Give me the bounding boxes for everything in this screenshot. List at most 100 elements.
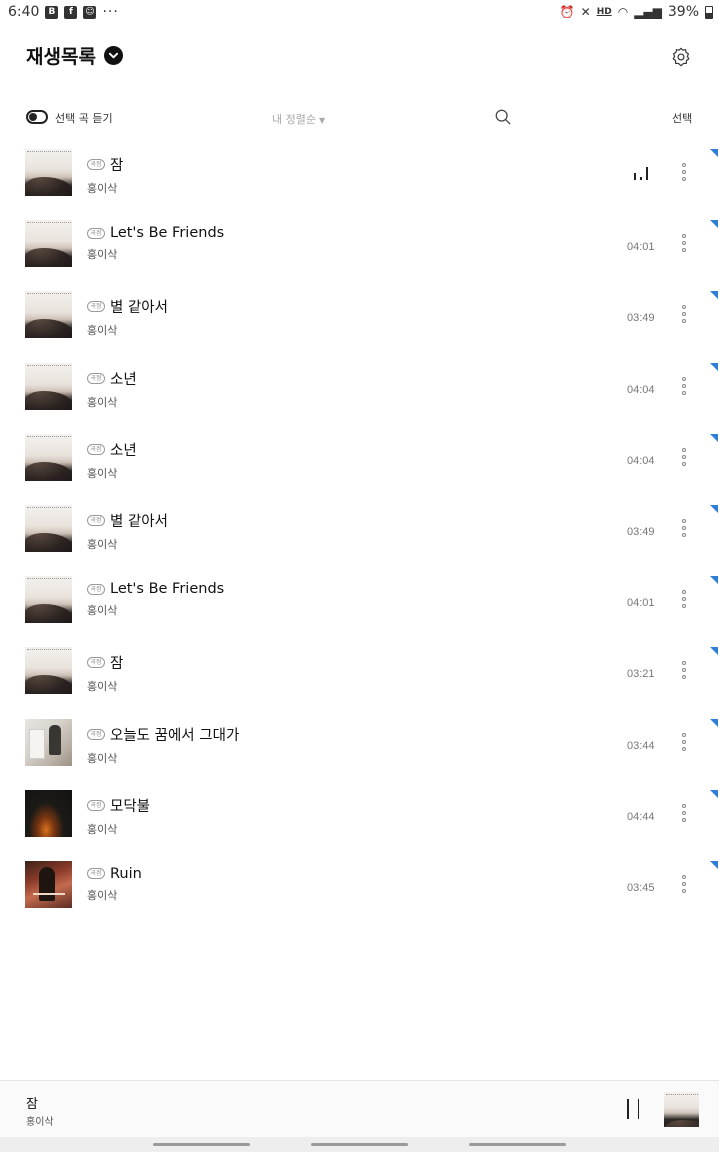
song-duration: 03:45	[627, 881, 655, 894]
corner-marker-icon	[710, 718, 718, 727]
song-meta: 곡정 잠홍이삭	[87, 154, 123, 196]
corner-marker-icon	[710, 789, 718, 798]
back-button[interactable]	[469, 1143, 566, 1146]
status-app-icon: ☺	[83, 5, 97, 19]
explicit-badge: 곡정	[87, 657, 105, 669]
pause-button[interactable]	[627, 1099, 639, 1119]
chevron-down-icon[interactable]	[103, 46, 123, 65]
song-row[interactable]: 곡정 잠홍이삭	[0, 146, 719, 217]
song-meta: 곡정 Let's Be Friends 홍이삭	[87, 225, 224, 262]
song-row[interactable]: 곡정 소년 홍이삭 04:04	[0, 360, 719, 431]
selected-songs-toggle[interactable]	[26, 110, 48, 124]
corner-marker-icon	[710, 149, 718, 157]
more-options-icon[interactable]	[680, 874, 688, 893]
song-title: 소년	[110, 371, 137, 388]
song-row[interactable]: 곡정 오늘도 꿈에서 그대가 홍이삭 03:44	[0, 716, 719, 787]
song-title-line: 곡정 별 같아서	[87, 296, 168, 317]
song-title-line: 곡정 Ruin	[87, 866, 142, 882]
playlist-header[interactable]: 재생목록	[26, 42, 123, 69]
song-row[interactable]: 곡정 잠 홍이삭 03:21	[0, 644, 719, 715]
explicit-badge: 곡정	[87, 728, 105, 740]
toggle-label: 선택 곡 듣기	[55, 112, 113, 125]
song-meta: 곡정 별 같아서 홍이삭	[87, 510, 168, 552]
mini-player-title: 잠	[26, 1097, 38, 1112]
corner-marker-icon	[710, 860, 718, 869]
song-row[interactable]: 곡정 모닥불 홍이삭 04:44	[0, 787, 719, 858]
album-art	[25, 291, 72, 339]
sort-label: 내 정렬순	[272, 113, 316, 126]
more-options-icon[interactable]	[680, 163, 688, 181]
song-duration: 03:49	[627, 525, 655, 538]
status-app-icon: B	[45, 5, 59, 19]
search-icon[interactable]	[494, 108, 512, 126]
song-artist: 홍이삭	[87, 604, 118, 618]
explicit-badge: 곡정	[87, 301, 105, 313]
song-title-line: 곡정 소년	[87, 368, 137, 389]
home-button[interactable]	[311, 1143, 408, 1146]
explicit-badge: 곡정	[87, 514, 105, 526]
more-options-icon[interactable]	[680, 803, 688, 822]
song-meta: 곡정 Let's Be Friends 홍이삭	[87, 581, 224, 618]
album-art	[25, 433, 72, 481]
song-meta: 곡정 오늘도 꿈에서 그대가 홍이삭	[87, 724, 239, 766]
song-row[interactable]: 곡정 별 같아서 홍이삭 03:49	[0, 288, 719, 359]
song-title: 잠	[110, 656, 124, 673]
song-duration: 04:04	[627, 454, 655, 467]
navigation-bar	[0, 1137, 719, 1152]
sort-dropdown[interactable]: 내 정렬순 ▼	[272, 111, 325, 127]
song-row[interactable]: 곡정 소년 홍이삭 04:04	[0, 431, 719, 502]
mini-player-album-art[interactable]	[664, 1092, 699, 1127]
song-title: 별 같아서	[110, 300, 168, 317]
mute-icon: ✕	[580, 5, 591, 19]
mini-player-artist: 홍이삭	[26, 1117, 54, 1128]
song-artist: 홍이삭	[87, 680, 118, 694]
more-options-icon[interactable]	[680, 732, 688, 751]
song-title: Let's Be Friends	[110, 581, 225, 598]
song-row[interactable]: 곡정 Let's Be Friends 홍이삭 04:01	[0, 217, 719, 288]
song-title: 잠	[110, 158, 124, 174]
song-row[interactable]: 곡정 Let's Be Friends 홍이삭 04:01	[0, 573, 719, 644]
song-title: Ruin	[110, 865, 142, 882]
song-meta: 곡정 모닥불 홍이삭	[87, 795, 150, 837]
song-row[interactable]: 곡정 별 같아서 홍이삭 03:49	[0, 502, 719, 573]
playlist-toolbar: 선택 곡 듣기 내 정렬순 ▼ 선택	[0, 106, 719, 130]
corner-marker-icon	[710, 220, 718, 229]
song-title-line: 곡정 Let's Be Friends	[87, 581, 224, 597]
more-options-icon[interactable]	[680, 590, 688, 609]
song-title-line: 곡정 Let's Be Friends	[87, 225, 224, 241]
song-artist: 홍이삭	[87, 537, 118, 551]
more-options-icon[interactable]	[680, 234, 688, 253]
gear-icon[interactable]	[670, 46, 692, 68]
song-artist: 홍이삭	[87, 182, 118, 195]
mini-player[interactable]: 잠 홍이삭	[0, 1080, 719, 1137]
song-duration: 04:01	[627, 597, 655, 610]
more-options-icon[interactable]	[680, 518, 688, 537]
status-more-icon: ···	[102, 4, 119, 20]
battery-percent: 39%	[667, 4, 699, 20]
song-title-line: 곡정 잠	[87, 652, 123, 673]
song-duration: 04:04	[627, 383, 655, 396]
song-artist: 홍이삭	[87, 822, 118, 836]
song-meta: 곡정 소년 홍이삭	[87, 368, 137, 410]
song-artist: 홍이삭	[87, 888, 118, 902]
album-art	[25, 647, 72, 695]
status-bar-right: ⏰ ✕ HD ◠ ▂▄▆ 39%	[560, 4, 713, 20]
more-options-icon[interactable]	[680, 661, 688, 680]
song-duration: 04:01	[627, 241, 655, 254]
select-button[interactable]: 선택	[672, 110, 692, 126]
song-duration: 03:44	[627, 739, 655, 752]
song-list: 곡정 잠 홍이삭 곡정 Let's Be Friends 홍이삭 04:01 곡정 별 같아서 홍…	[0, 146, 719, 929]
status-time: 6:40	[8, 4, 40, 20]
recent-apps-button[interactable]	[153, 1143, 250, 1146]
album-art	[25, 576, 72, 624]
more-options-icon[interactable]	[680, 305, 688, 324]
album-art	[25, 149, 72, 196]
song-title: Let's Be Friends	[110, 225, 225, 242]
song-row[interactable]: 곡정 Ruin 홍이삭 03:45	[0, 858, 719, 929]
song-title-line: 곡정 소년	[87, 439, 137, 460]
song-title-line: 곡정 잠	[87, 154, 123, 175]
more-options-icon[interactable]	[680, 376, 688, 395]
song-artist: 홍이삭	[87, 751, 118, 765]
more-options-icon[interactable]	[680, 447, 688, 466]
alarm-icon: ⏰	[559, 5, 575, 19]
